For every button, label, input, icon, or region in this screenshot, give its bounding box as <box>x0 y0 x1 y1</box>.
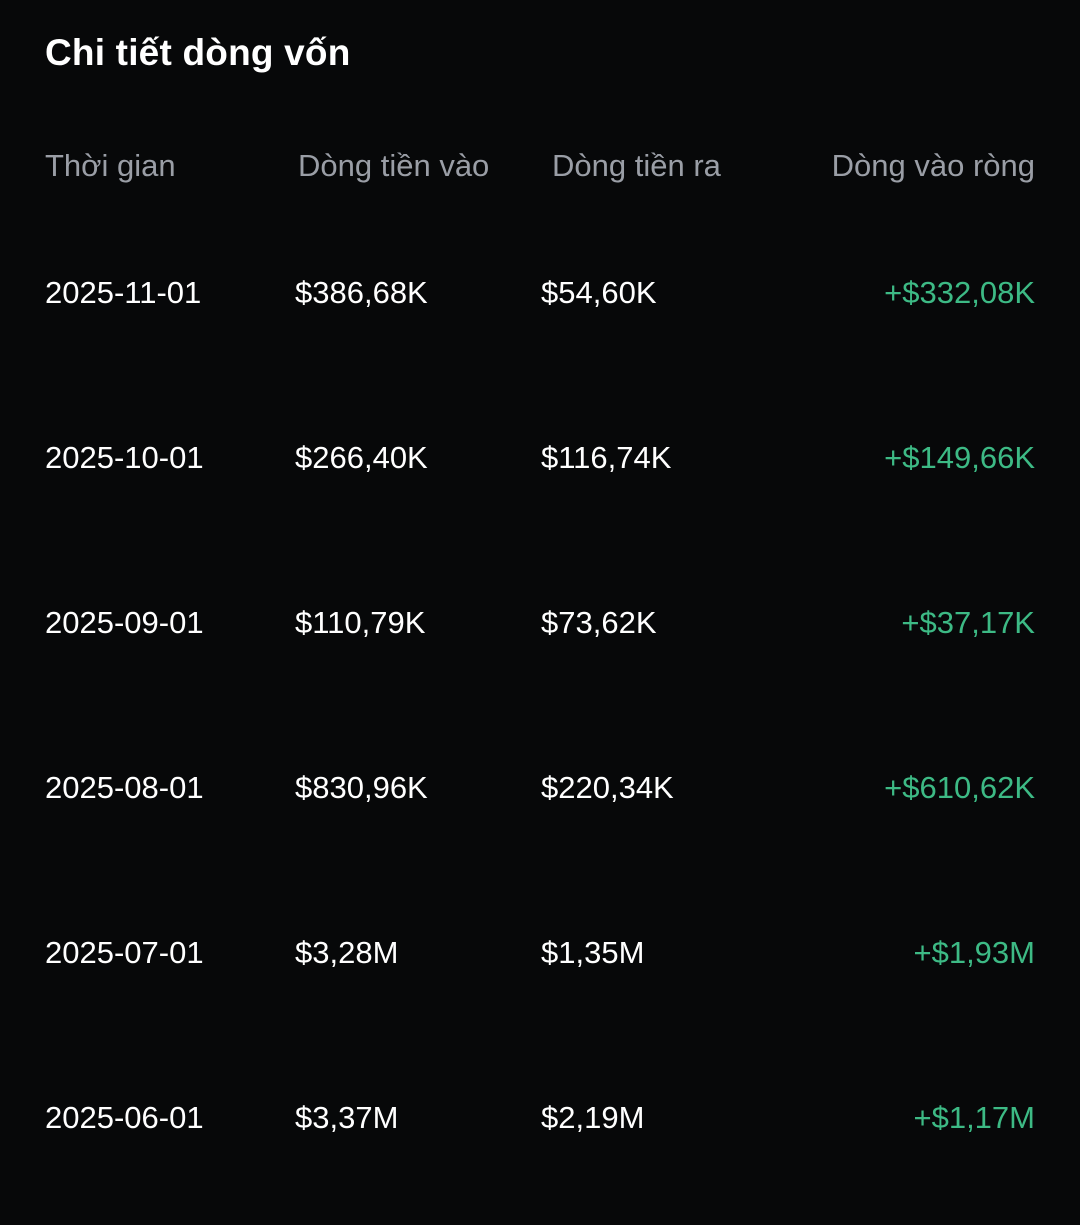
table-row[interactable]: 2025-06-01 $3,37M $2,19M +$1,17M <box>0 1100 1080 1150</box>
cell-time: 2025-11-01 <box>45 275 202 310</box>
cell-outflow: $73,62K <box>541 605 657 640</box>
cell-net: +$1,17M <box>913 1100 1035 1135</box>
column-header-time[interactable]: Thời gian <box>45 148 176 184</box>
cell-net: +$332,08K <box>884 275 1035 310</box>
table-row[interactable]: 2025-10-01 $266,40K $116,74K +$149,66K <box>0 440 1080 490</box>
cell-net: +$149,66K <box>884 440 1035 475</box>
cell-inflow: $110,79K <box>295 605 426 640</box>
cell-time: 2025-09-01 <box>45 605 204 640</box>
cell-time: 2025-08-01 <box>45 770 204 805</box>
column-header-inflow[interactable]: Dòng tiền vào <box>298 148 489 184</box>
table-row[interactable]: 2025-11-01 $386,68K $54,60K +$332,08K <box>0 275 1080 325</box>
cell-inflow: $830,96K <box>295 770 428 805</box>
cell-net: +$1,93M <box>913 935 1035 970</box>
cell-time: 2025-10-01 <box>45 440 204 475</box>
cell-inflow: $3,37M <box>295 1100 399 1135</box>
cell-inflow: $386,68K <box>295 275 428 310</box>
cell-time: 2025-07-01 <box>45 935 204 970</box>
table-row[interactable]: 2025-07-01 $3,28M $1,35M +$1,93M <box>0 935 1080 985</box>
cell-inflow: $3,28M <box>295 935 399 970</box>
cell-net: +$37,17K <box>901 605 1035 640</box>
table-header: Thời gian Dòng tiền vào Dòng tiền ra Dòn… <box>0 148 1080 194</box>
column-header-net[interactable]: Dòng vào ròng <box>832 148 1035 184</box>
cell-time: 2025-06-01 <box>45 1100 204 1135</box>
page-title: Chi tiết dòng vốn <box>45 32 351 73</box>
cell-outflow: $220,34K <box>541 770 674 805</box>
cell-outflow: $1,35M <box>541 935 645 970</box>
cell-inflow: $266,40K <box>295 440 428 475</box>
cell-net: +$610,62K <box>884 770 1035 805</box>
table-row[interactable]: 2025-09-01 $110,79K $73,62K +$37,17K <box>0 605 1080 655</box>
column-header-outflow[interactable]: Dòng tiền ra <box>552 148 721 184</box>
cell-outflow: $116,74K <box>541 440 672 475</box>
cell-outflow: $2,19M <box>541 1100 645 1135</box>
table-row[interactable]: 2025-08-01 $830,96K $220,34K +$610,62K <box>0 770 1080 820</box>
cell-outflow: $54,60K <box>541 275 657 310</box>
